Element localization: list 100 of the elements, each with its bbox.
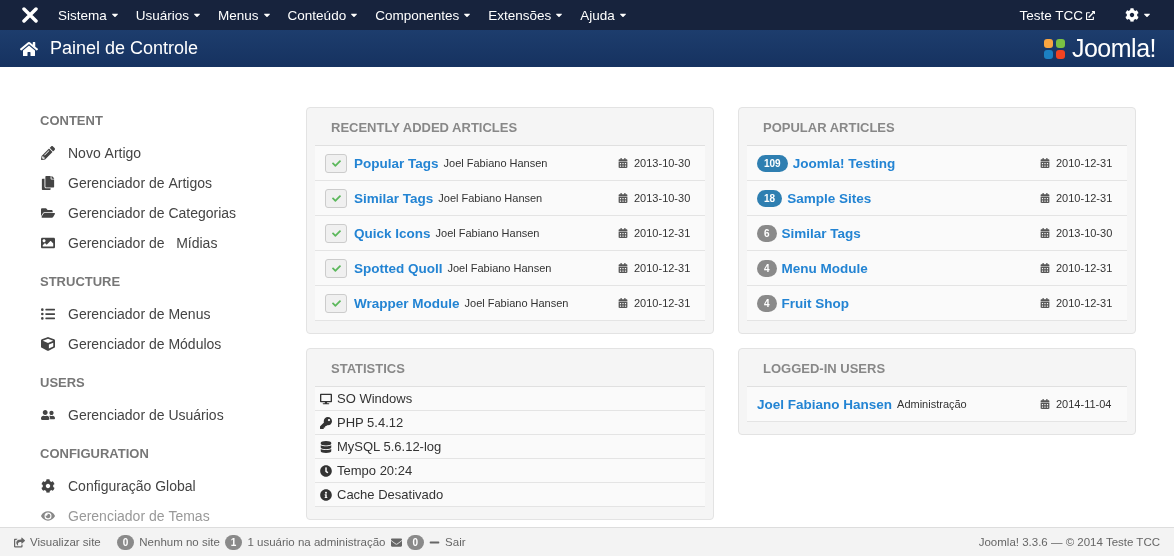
calendar-icon bbox=[617, 298, 628, 308]
article-link[interactable]: Wrapper Module bbox=[354, 295, 460, 311]
nav-menu[interactable]: Menus bbox=[210, 7, 280, 23]
article-date: 2010-12-31 bbox=[634, 297, 691, 309]
sidebar-item[interactable]: Gerenciador de Usuários bbox=[40, 400, 302, 430]
gear-icon bbox=[40, 479, 56, 493]
clock-icon bbox=[319, 464, 332, 477]
pencil-icon bbox=[40, 146, 56, 160]
calendar-icon bbox=[617, 193, 628, 203]
folder-icon bbox=[40, 206, 56, 220]
nav-menu[interactable]: Conteúdo bbox=[279, 7, 368, 23]
calendar-icon bbox=[1039, 193, 1050, 203]
nav-menu[interactable]: Extensões bbox=[480, 7, 573, 23]
check-icon[interactable] bbox=[325, 153, 347, 173]
calendar-icon bbox=[617, 228, 628, 238]
hits-count: 18 bbox=[757, 189, 783, 207]
eye-icon bbox=[40, 509, 56, 523]
sidebar-heading: CONFIGURATION bbox=[40, 445, 150, 463]
statistic-text: Tempo 20:24 bbox=[337, 463, 413, 478]
article-link[interactable]: Similar Tags bbox=[354, 190, 434, 206]
article-link[interactable]: Sample Sites bbox=[787, 190, 872, 206]
sidebar-heading: CONTENT bbox=[40, 112, 104, 130]
article-date: 2010-12-31 bbox=[1056, 262, 1113, 274]
nav-menu[interactable]: Ajuda bbox=[572, 7, 636, 23]
article-link[interactable]: Similar Tags bbox=[781, 225, 861, 241]
image-icon bbox=[40, 236, 56, 250]
article-date: 2010-12-31 bbox=[634, 262, 691, 274]
article-link[interactable]: Joomla! Testing bbox=[792, 155, 896, 171]
article-date: 2013-10-30 bbox=[634, 157, 691, 169]
article-link[interactable]: Popular Tags bbox=[354, 155, 439, 171]
page-title: Painel de Controle bbox=[50, 38, 199, 59]
article-date: 2010-12-31 bbox=[1056, 157, 1113, 169]
user-link[interactable]: Joel Fabiano Hansen bbox=[757, 396, 893, 412]
list-icon bbox=[40, 307, 56, 321]
logo-icon bbox=[1041, 36, 1068, 61]
sidebar-item[interactable]: Gerenciador de Artigos bbox=[40, 168, 302, 198]
users-icon bbox=[40, 408, 56, 422]
check-icon[interactable] bbox=[325, 188, 347, 208]
statistic-text: MySQL 5.6.12-log bbox=[337, 439, 442, 454]
calendar-icon bbox=[1039, 263, 1050, 273]
sidebar-item[interactable]: Gerenciador de Menus bbox=[40, 299, 302, 329]
sidebar-item[interactable]: Gerenciador de Módulos bbox=[40, 329, 302, 359]
cube-icon bbox=[40, 337, 56, 351]
sidebar-heading: STRUCTURE bbox=[40, 273, 122, 291]
envelope-icon bbox=[390, 536, 402, 548]
article-link[interactable]: Spotted Quoll bbox=[354, 260, 443, 276]
database-icon bbox=[319, 440, 332, 453]
nav-menu[interactable]: Componentes bbox=[367, 7, 481, 23]
site-link[interactable]: Teste TCC bbox=[1011, 7, 1103, 23]
sidebar-item[interactable]: Novo Artigo bbox=[40, 138, 302, 168]
statistic-text: Cache Desativado bbox=[337, 487, 444, 502]
key-icon bbox=[319, 416, 332, 429]
sidebar-heading: USERS bbox=[40, 374, 86, 392]
settings-icon bbox=[1125, 8, 1139, 22]
visitors-count: 0 bbox=[116, 534, 135, 550]
article-link[interactable]: Menu Module bbox=[781, 260, 868, 276]
nav-menu[interactable]: Sistema bbox=[50, 7, 128, 23]
sidebar-item[interactable]: Configuração Global bbox=[40, 471, 302, 501]
share-icon bbox=[14, 536, 25, 548]
author-name: Joel Fabiano Hansen bbox=[435, 227, 540, 239]
check-icon[interactable] bbox=[325, 258, 347, 278]
logout-link[interactable]: Sair bbox=[429, 536, 466, 548]
author-name: Joel Fabiano Hansen bbox=[464, 297, 569, 309]
home-icon bbox=[20, 39, 38, 58]
copy-icon bbox=[40, 176, 56, 190]
statistic-text: PHP 5.4.12 bbox=[337, 415, 404, 430]
author-name: Joel Fabiano Hansen bbox=[438, 192, 543, 204]
external-link-icon bbox=[1086, 10, 1095, 20]
article-date: 2010-12-31 bbox=[1056, 192, 1113, 204]
sidebar-item[interactable]: Gerenciador de Mídias bbox=[40, 228, 302, 258]
check-icon[interactable] bbox=[325, 293, 347, 313]
login-date: 2014-11-04 bbox=[1056, 398, 1112, 410]
article-link[interactable]: Quick Icons bbox=[354, 225, 431, 241]
hits-count: 109 bbox=[757, 154, 788, 172]
article-date: 2013-10-30 bbox=[1056, 227, 1113, 239]
joomla-icon[interactable] bbox=[22, 7, 38, 23]
author-name: Joel Fabiano Hansen bbox=[443, 157, 548, 169]
calendar-icon bbox=[617, 158, 628, 168]
user-role: Administração bbox=[897, 398, 967, 410]
calendar-icon bbox=[1039, 158, 1050, 168]
nav-menu[interactable]: Usuários bbox=[127, 7, 211, 23]
view-site-link[interactable]: Visualizar site bbox=[14, 536, 101, 548]
hits-count: 6 bbox=[757, 224, 777, 242]
author-name: Joel Fabiano Hansen bbox=[447, 262, 552, 274]
info-icon bbox=[319, 488, 332, 501]
hits-count: 4 bbox=[757, 259, 777, 277]
calendar-icon bbox=[1039, 228, 1050, 238]
calendar-icon bbox=[617, 263, 628, 273]
check-icon[interactable] bbox=[325, 223, 347, 243]
visitors-label: Nenhum no site bbox=[139, 536, 220, 548]
admins-count: 1 bbox=[224, 534, 243, 550]
statistic-text: SO Windows bbox=[337, 391, 413, 406]
hits-count: 4 bbox=[757, 294, 777, 312]
admins-label: 1 usuário na administração bbox=[247, 536, 386, 548]
article-link[interactable]: Fruit Shop bbox=[781, 295, 850, 311]
article-date: 2013-10-30 bbox=[634, 192, 691, 204]
sidebar-item[interactable]: Gerenciador de Categorias bbox=[40, 198, 302, 228]
monitor-icon bbox=[319, 392, 332, 405]
calendar-icon bbox=[1039, 399, 1050, 409]
calendar-icon bbox=[1039, 298, 1050, 308]
